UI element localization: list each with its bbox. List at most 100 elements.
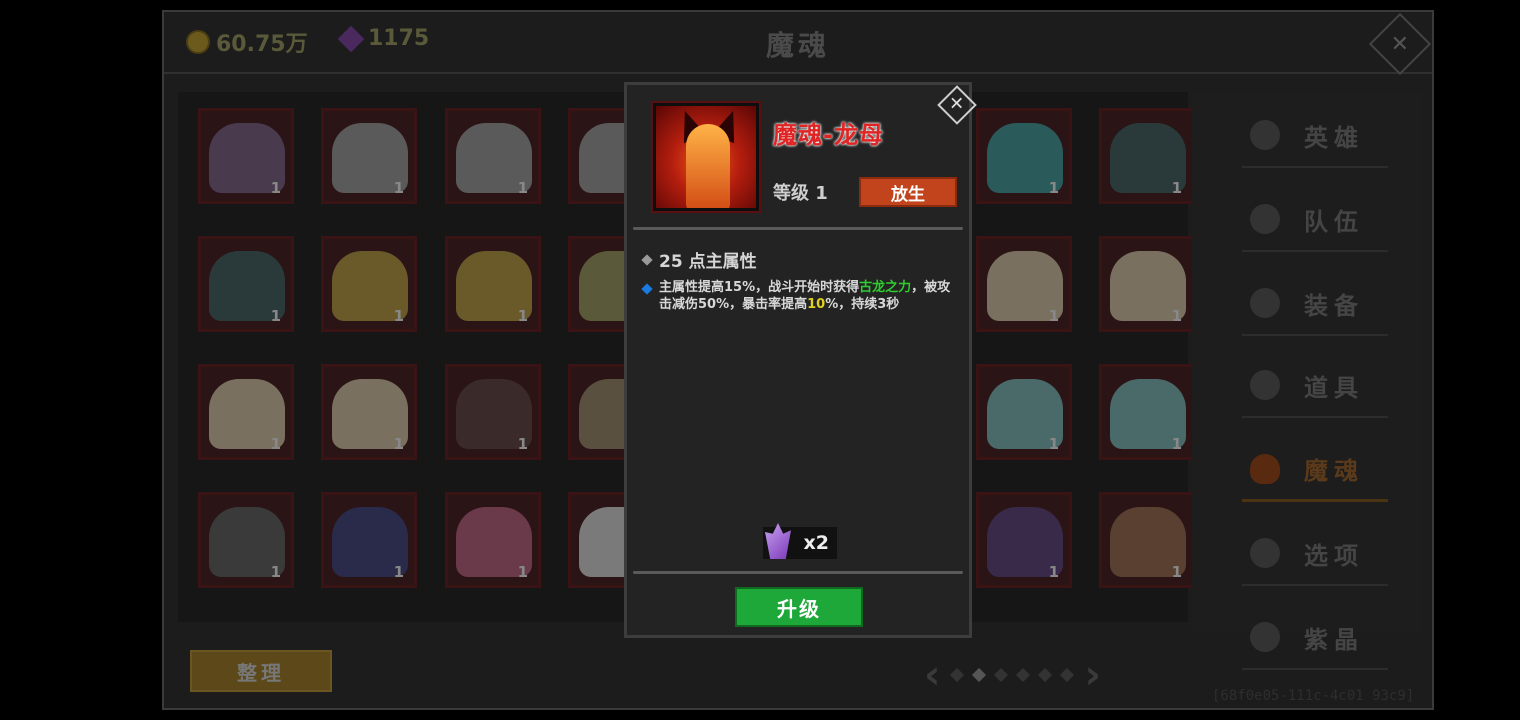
user-id-text: [68f0e05-111c-4c01 93c9] xyxy=(1212,688,1415,704)
soul-tile[interactable]: 1 xyxy=(1099,364,1195,460)
soul-tile[interactable]: 1 xyxy=(198,364,294,460)
side-menu-label: 选项 xyxy=(1304,541,1364,570)
page-dot[interactable] xyxy=(994,667,1009,683)
tile-count: 1 xyxy=(1171,307,1182,325)
page-dot-active[interactable] xyxy=(972,667,987,683)
soul-tile[interactable]: 1 xyxy=(198,108,294,204)
upgrade-cost: x2 xyxy=(763,523,837,559)
tile-count: 1 xyxy=(270,435,281,453)
bag-icon xyxy=(1250,370,1280,400)
page-dot[interactable] xyxy=(1060,667,1075,683)
page-indicator: ‹ › xyxy=(924,652,1101,698)
tile-count: 1 xyxy=(1171,563,1182,581)
soul-tile[interactable]: 1 xyxy=(445,364,541,460)
release-button[interactable]: 放生 xyxy=(859,177,957,207)
soul-tile[interactable]: 1 xyxy=(976,364,1072,460)
side-menu-label: 魔魂 xyxy=(1304,457,1364,485)
tile-count: 1 xyxy=(1171,179,1182,197)
divider xyxy=(633,227,963,230)
divider xyxy=(633,571,963,574)
skill-description: 主属性提高15%，战斗开始时获得古龙之力，被攻击减伤50%，暴击率提高10%，持… xyxy=(641,279,963,313)
flag-icon xyxy=(1250,204,1280,234)
soul-tile[interactable]: 1 xyxy=(976,492,1072,588)
soul-tile[interactable]: 1 xyxy=(976,236,1072,332)
panel-close-button[interactable]: ✕ xyxy=(1368,12,1432,76)
side-menu-label: 装备 xyxy=(1304,291,1364,320)
soul-tile[interactable]: 1 xyxy=(321,236,417,332)
soul-detail-dialog: ✕ 魔魂-龙母 等级 1 放生 25 点主属性 主属性提高15%，战斗开始时获得… xyxy=(624,82,977,638)
cost-quantity: x2 xyxy=(803,532,829,554)
tile-count: 1 xyxy=(393,563,404,581)
sort-button[interactable]: 整理 xyxy=(190,650,332,692)
close-icon: ✕ xyxy=(1390,31,1410,57)
soul-name: 魔魂-龙母 xyxy=(773,121,884,149)
soul-tile[interactable]: 1 xyxy=(198,236,294,332)
tile-count: 1 xyxy=(1048,179,1059,197)
soul-tile[interactable]: 1 xyxy=(321,108,417,204)
side-menu-item[interactable]: 道具 xyxy=(1242,354,1388,418)
soul-portrait xyxy=(651,101,761,213)
side-menu-label: 紫晶 xyxy=(1304,625,1364,654)
main-attribute: 25 点主属性 xyxy=(641,247,757,272)
tile-count: 1 xyxy=(1171,435,1182,453)
main-attribute-text: 25 点主属性 xyxy=(659,252,757,272)
soul-tile[interactable]: 1 xyxy=(1099,236,1195,332)
tile-count: 1 xyxy=(1048,307,1059,325)
skill-text: 主属性提高15%，战斗开始时获得古龙之力，被攻击减伤50%，暴击率提高10%，持… xyxy=(659,279,963,313)
dialog-close-button[interactable]: ✕ xyxy=(937,85,977,125)
skill-bullet-icon xyxy=(641,283,653,295)
side-menu: 英雄队伍装备道具魔魂选项紫晶 xyxy=(1192,92,1422,670)
soul-tile[interactable]: 1 xyxy=(321,364,417,460)
soul-tile[interactable]: 1 xyxy=(198,492,294,588)
side-menu-label: 道具 xyxy=(1304,373,1364,402)
skill-crit-value: 10 xyxy=(807,297,826,312)
soul-tile[interactable]: 1 xyxy=(1099,108,1195,204)
heroes-icon xyxy=(1250,120,1280,150)
tile-count: 1 xyxy=(393,307,404,325)
gear-icon xyxy=(1250,538,1280,568)
soul-tile[interactable]: 1 xyxy=(445,108,541,204)
side-menu-item[interactable]: 装备 xyxy=(1242,272,1388,336)
tile-count: 1 xyxy=(270,307,281,325)
tile-count: 1 xyxy=(517,179,528,197)
side-menu-item[interactable]: 魔魂 xyxy=(1242,438,1388,502)
tile-count: 1 xyxy=(517,563,528,581)
soul-tile[interactable]: 1 xyxy=(321,492,417,588)
panel-header: 60.75万 1175 魔魂 ✕ xyxy=(164,12,1432,76)
soul-tile[interactable]: 1 xyxy=(445,236,541,332)
soul-level: 等级 1 xyxy=(773,183,828,204)
helmet-icon xyxy=(1250,288,1280,318)
skill-text-part: 主属性提高15%，战斗开始时获得 xyxy=(659,280,860,295)
soul-tile[interactable]: 1 xyxy=(1099,492,1195,588)
page-dot[interactable] xyxy=(1016,667,1031,683)
tile-count: 1 xyxy=(517,307,528,325)
flame-icon xyxy=(1250,453,1280,484)
page-dot[interactable] xyxy=(950,667,965,683)
close-icon: ✕ xyxy=(949,94,965,115)
upgrade-button[interactable]: 升级 xyxy=(735,587,863,627)
page-dot[interactable] xyxy=(1038,667,1053,683)
tile-count: 1 xyxy=(1048,563,1059,581)
side-menu-item[interactable]: 紫晶 xyxy=(1242,606,1388,670)
panel-title: 魔魂 xyxy=(765,29,830,62)
bullet-diamond-icon xyxy=(641,253,653,266)
tile-count: 1 xyxy=(393,179,404,197)
side-menu-label: 英雄 xyxy=(1304,123,1364,152)
prev-page-icon[interactable]: ‹ xyxy=(924,652,940,698)
tile-count: 1 xyxy=(270,563,281,581)
side-menu-label: 队伍 xyxy=(1304,207,1364,236)
side-menu-item[interactable]: 选项 xyxy=(1242,522,1388,586)
soul-tile[interactable]: 1 xyxy=(445,492,541,588)
skill-buff-name: 古龙之力 xyxy=(859,280,912,295)
next-page-icon[interactable]: › xyxy=(1084,652,1100,698)
amethyst-icon xyxy=(1250,622,1280,652)
soul-tile[interactable]: 1 xyxy=(976,108,1072,204)
side-menu-item[interactable]: 队伍 xyxy=(1242,188,1388,252)
purple-crystal-icon xyxy=(765,523,791,559)
tile-count: 1 xyxy=(1048,435,1059,453)
tile-count: 1 xyxy=(270,179,281,197)
side-menu-item[interactable]: 英雄 xyxy=(1242,104,1388,168)
tile-count: 1 xyxy=(393,435,404,453)
skill-text-part: %，持续3秒 xyxy=(825,297,900,312)
tile-count: 1 xyxy=(517,435,528,453)
